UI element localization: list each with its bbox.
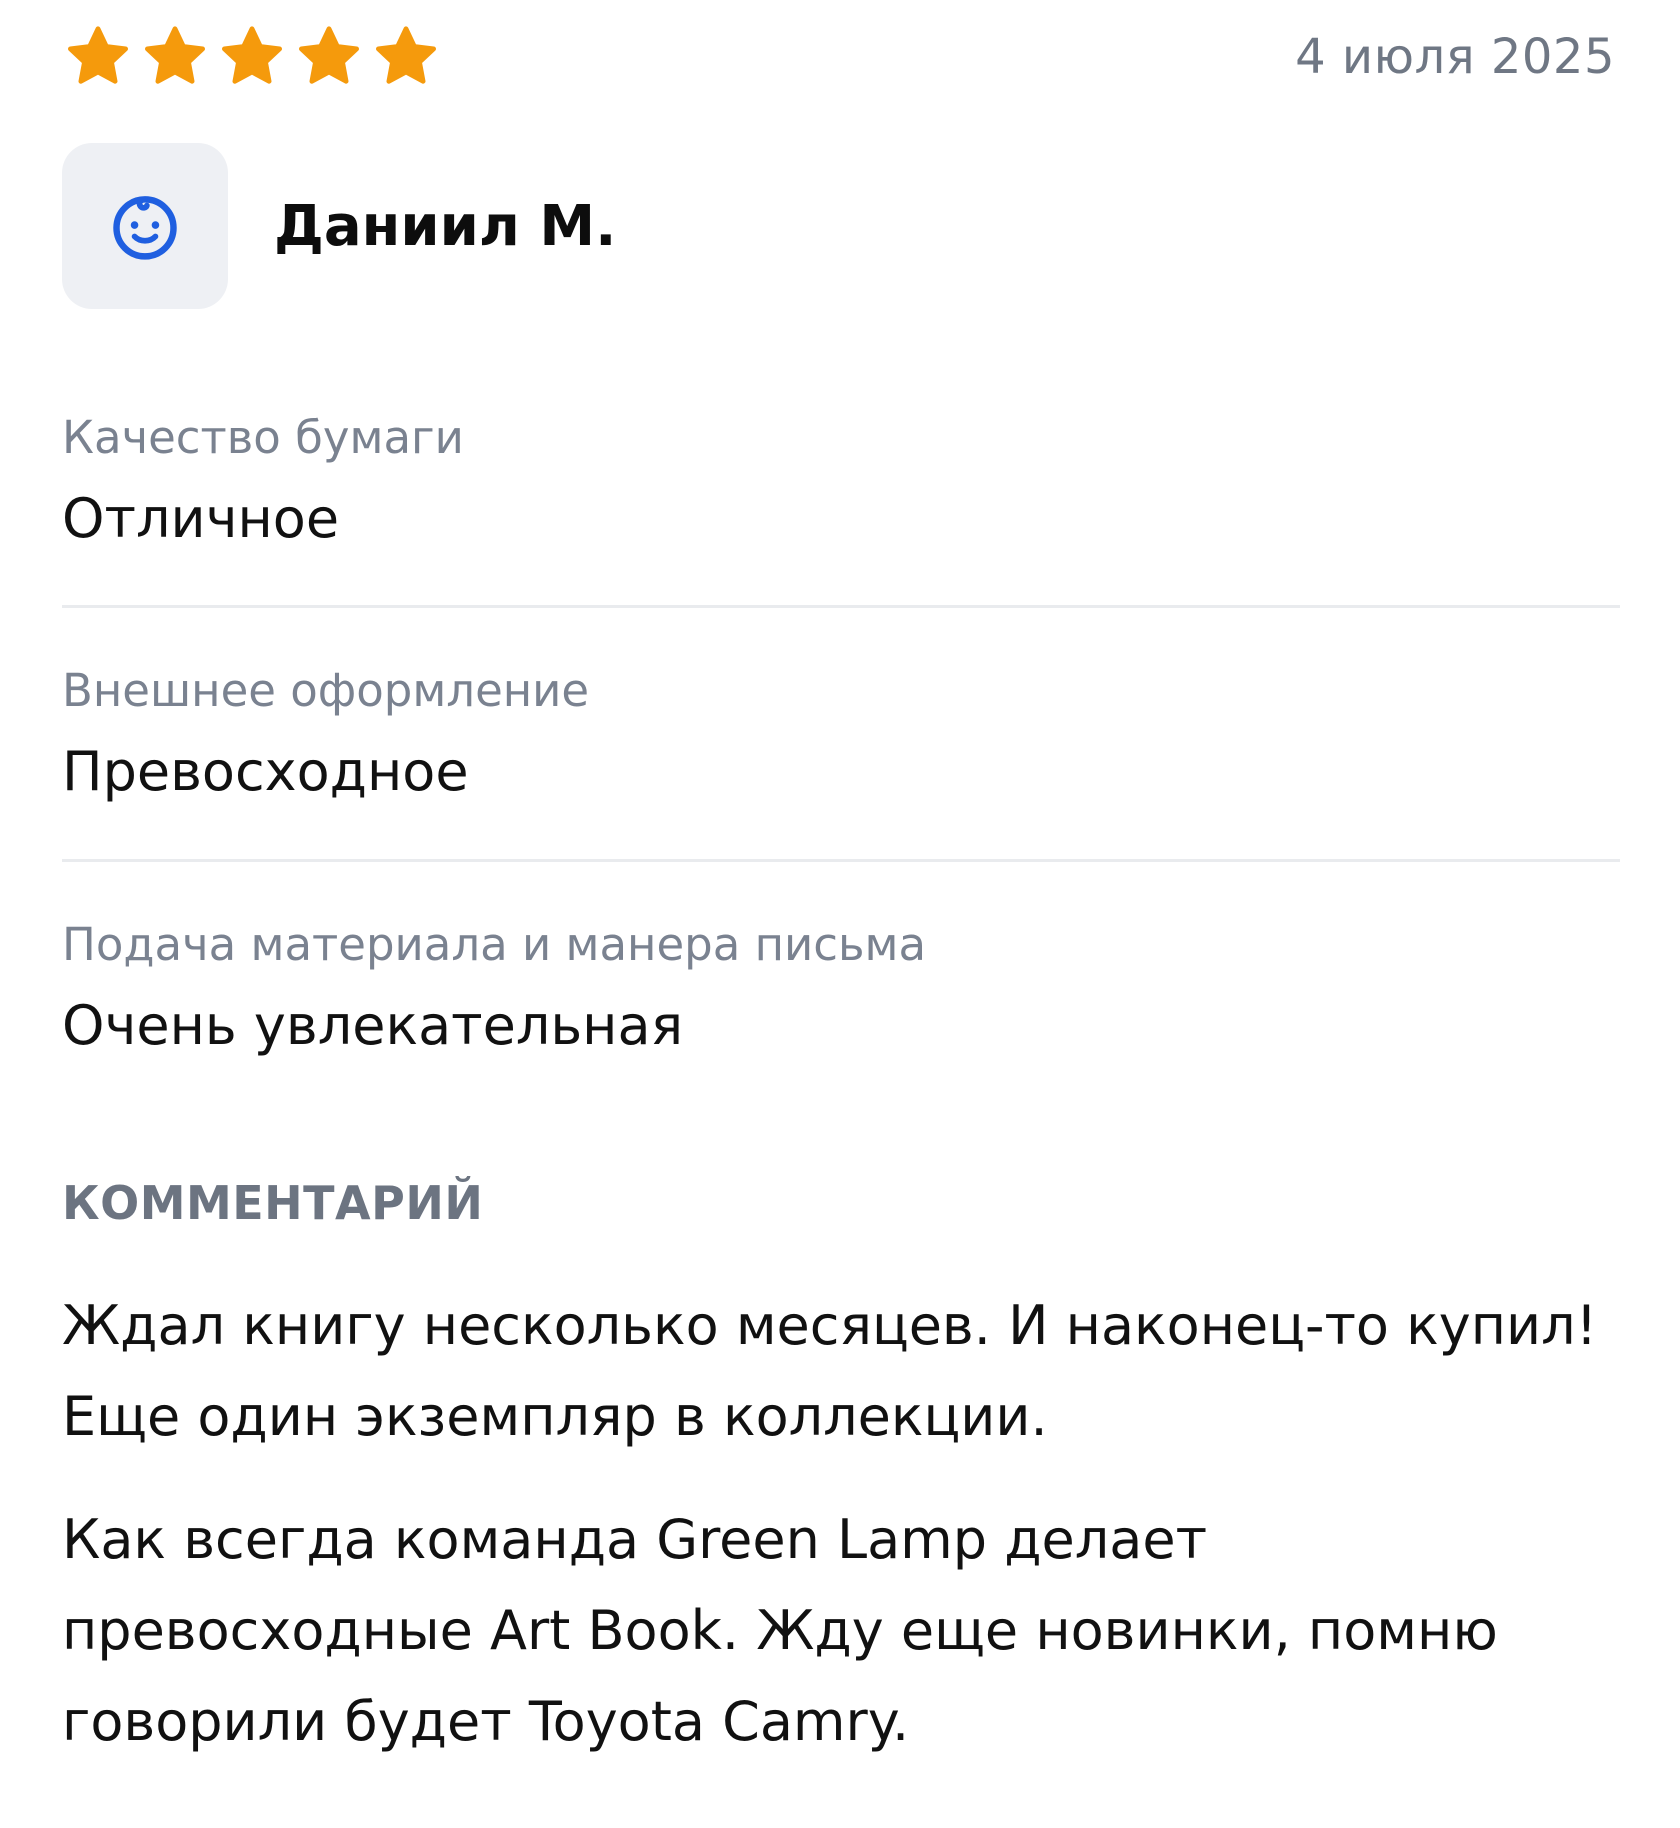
star-icon xyxy=(139,21,211,93)
author-name: Даниил М. xyxy=(274,193,617,259)
review-header: 4 июля 2025 xyxy=(62,22,1615,92)
star-icon xyxy=(293,21,365,93)
attribute-value: Отличное xyxy=(62,487,340,550)
attribute-label: Подача материала и манера письма xyxy=(62,918,927,971)
star-icon xyxy=(216,21,288,93)
attribute-value: Очень увлекательная xyxy=(62,994,684,1057)
comment-paragraph: Ждал книгу несколько месяцев. И наконец-… xyxy=(62,1294,1598,1448)
attribute-label: Качество бумаги xyxy=(62,411,464,464)
review-date: 4 июля 2025 xyxy=(1295,29,1615,85)
star-icon xyxy=(370,21,442,93)
author-block: Даниил М. xyxy=(62,143,616,309)
comment-paragraph: Как всегда команда Green Lamp делает пре… xyxy=(62,1508,1498,1753)
review-card: 4 июля 2025 Даниил М. Качество бумаги От… xyxy=(0,0,1680,1828)
divider xyxy=(62,605,1620,608)
smiley-face-icon xyxy=(113,196,177,260)
comment-heading: КОММЕНТАРИЙ xyxy=(62,1176,484,1230)
avatar xyxy=(62,143,228,309)
attribute-label: Внешнее оформление xyxy=(62,664,590,717)
attribute-writing-style: Подача материала и манера письма Очень у… xyxy=(62,922,1620,1053)
star-icon xyxy=(62,21,134,93)
attribute-paper-quality: Качество бумаги Отличное xyxy=(62,415,1620,546)
star-rating xyxy=(62,21,442,93)
attribute-value: Превосходное xyxy=(62,740,469,803)
attribute-design: Внешнее оформление Превосходное xyxy=(62,668,1620,799)
divider xyxy=(62,859,1620,862)
